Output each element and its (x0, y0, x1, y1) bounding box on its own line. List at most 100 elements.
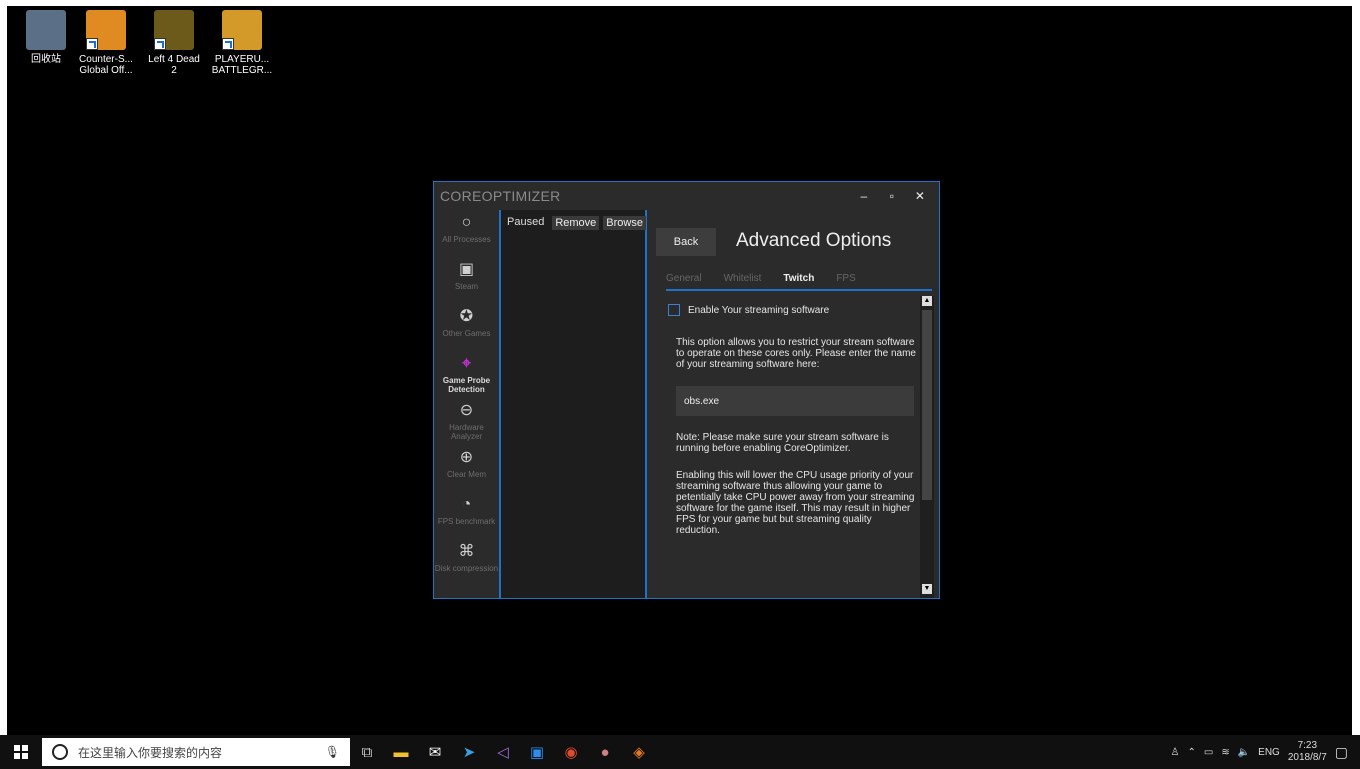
desktop-icon-label-line2: 2 (171, 65, 177, 76)
remove-button[interactable]: Remove (552, 216, 600, 230)
memory-chip-icon: ⊕ (459, 449, 474, 466)
page-title: Advanced Options (736, 230, 892, 251)
tab-general[interactable]: General (666, 273, 702, 289)
speedometer-icon: ◔ (461, 496, 472, 513)
screen-right-edge (1352, 0, 1360, 735)
desktop-icon-recycle-bin[interactable]: 回收站 (14, 10, 78, 65)
search-input[interactable]: 在这里输入你要搜索的内容 (78, 744, 222, 761)
coreoptimizer-taskbar-icon[interactable]: ◈ (622, 735, 656, 769)
note-text: Note: Please make sure your stream softw… (676, 432, 889, 454)
clock-time: 7:23 (1297, 740, 1318, 751)
browse-button[interactable]: Browse (603, 216, 646, 230)
compress-icon: ⌘ (458, 543, 475, 560)
enable-streaming-checkbox[interactable] (668, 304, 680, 316)
app-icon[interactable]: ● (588, 735, 622, 769)
desktop-icon-label: Left 4 Dead (148, 54, 200, 65)
sidebar-item-clear-mem[interactable]: ⊕ Clear Mem (434, 445, 499, 492)
network-icon[interactable]: ≋ (1221, 747, 1229, 758)
close-button[interactable]: ✕ (913, 189, 927, 203)
advanced-options-panel: Back Advanced Options General Whitelist … (650, 210, 936, 598)
clock-date: 2018/8/7 (1287, 752, 1327, 763)
sidebar-item-steam[interactable]: ▣ Steam (434, 257, 499, 304)
process-toolbar: Paused Remove Browse (501, 210, 646, 230)
mail-icon[interactable]: ✉ (418, 735, 452, 769)
steam-icon: ▣ (458, 261, 475, 278)
warning-text: Enabling this will lower the CPU usage p… (676, 470, 915, 536)
sidebar-item-fps-benchmark[interactable]: ◔ FPS benchmark (434, 492, 499, 539)
options-tabs: General Whitelist Twitch FPS (666, 273, 932, 291)
sidebar-item-label: Game Probe Detection (442, 376, 491, 394)
desktop-icon-label-line2: BATTLEGR... (211, 65, 273, 76)
left4dead2-icon (154, 10, 194, 50)
desktop-icon-label: 回收站 (31, 54, 61, 65)
people-icon[interactable]: ♙ (1171, 747, 1180, 758)
minimize-button[interactable]: ‒ (857, 189, 871, 203)
process-panel: Paused Remove Browse (501, 210, 647, 598)
file-explorer-icon[interactable]: ▬ (384, 735, 418, 769)
search-box[interactable]: 在这里输入你要搜索的内容 🎙 (42, 738, 350, 766)
sidebar-item-disk-compression[interactable]: ⌘ Disk compression (434, 539, 499, 586)
gamepad-icon: ✪ (459, 308, 474, 325)
cortana-icon (52, 744, 68, 760)
shortcut-arrow-icon (86, 38, 98, 50)
sidebar: ○ All Processes ▣ Steam ✪ Other Games ⌖ … (434, 210, 501, 598)
clock[interactable]: 7:23 2018/8/7 (1288, 740, 1327, 764)
battery-icon[interactable]: ▭ (1204, 747, 1213, 758)
language-indicator[interactable]: ENG (1258, 747, 1280, 758)
all-processes-icon: ○ (461, 214, 472, 231)
desktop-icon-pubg[interactable]: PLAYERU... BATTLEGR... (210, 10, 274, 76)
task-view-icon[interactable]: ⧉ (350, 735, 384, 769)
system-tray: ♙ ⌃ ▭ ≋ 🔈 ENG 7:23 2018/8/7 ▢ (1171, 740, 1360, 764)
start-button[interactable] (0, 735, 42, 769)
streaming-software-input[interactable]: obs.exe (676, 386, 914, 416)
chrome-icon[interactable]: ◉ (554, 735, 588, 769)
desktop-icon-label-line2: Global Off... (79, 65, 133, 76)
shortcut-arrow-icon (154, 38, 166, 50)
desktop-icon-label: PLAYERU... (214, 54, 270, 65)
desktop-icon-label: Counter-S... (79, 54, 133, 65)
store-icon[interactable]: ▣ (520, 735, 554, 769)
crosshair-icon: ⌖ (461, 355, 471, 372)
action-center-icon[interactable]: ▢ (1335, 744, 1348, 761)
enable-streaming-label: Enable Your streaming software (688, 304, 830, 316)
maximize-button[interactable]: ▫ (885, 189, 899, 203)
sidebar-item-label: All Processes (442, 235, 491, 244)
volume-icon[interactable]: 🔈 (1238, 747, 1250, 758)
scroll-thumb[interactable] (922, 310, 932, 500)
scroll-up-arrow-icon[interactable]: ▲ (922, 296, 932, 306)
sidebar-item-label: Hardware Analyzer (449, 423, 484, 441)
visual-studio-icon[interactable]: ◁ (486, 735, 520, 769)
sidebar-item-all-processes[interactable]: ○ All Processes (434, 210, 499, 257)
tab-fps[interactable]: FPS (836, 273, 855, 289)
hard-drive-icon: ⊖ (459, 402, 474, 419)
desktop-icon-csgo[interactable]: Counter-S... Global Off... (74, 10, 138, 76)
telegram-icon[interactable]: ➤ (452, 735, 486, 769)
description-text: This option allows you to restrict your … (676, 337, 916, 370)
show-hidden-icons-icon[interactable]: ⌃ (1187, 747, 1195, 758)
sidebar-item-label: Clear Mem (446, 470, 487, 479)
sidebar-item-label: Other Games (442, 329, 491, 338)
sidebar-item-other-games[interactable]: ✪ Other Games (434, 304, 499, 351)
desktop-icon-left4dead2[interactable]: Left 4 Dead 2 (142, 10, 206, 76)
pubg-icon (222, 10, 262, 50)
sidebar-item-label: FPS benchmark (437, 517, 496, 526)
window-title: COREOPTIMIZER (440, 188, 561, 204)
tab-whitelist[interactable]: Whitelist (724, 273, 762, 289)
csgo-icon (86, 10, 126, 50)
scrollbar[interactable]: ▲ ▼ (920, 296, 934, 598)
sidebar-item-label: Steam (454, 282, 479, 291)
tab-twitch[interactable]: Twitch (783, 273, 814, 289)
scroll-down-arrow-icon[interactable]: ▼ (922, 584, 932, 594)
back-button[interactable]: Back (656, 228, 716, 256)
twitch-tab-content: Enable Your streaming software This opti… (658, 294, 918, 594)
screen-left-edge (0, 0, 7, 735)
sidebar-item-hardware-analyzer[interactable]: ⊖ Hardware Analyzer (434, 398, 499, 445)
recycle-bin-icon (26, 10, 66, 50)
process-status: Paused (507, 216, 545, 228)
sidebar-item-game-probe-detection[interactable]: ⌖ Game Probe Detection (434, 351, 499, 398)
sidebar-item-label: Disk compression (434, 564, 499, 573)
microphone-icon[interactable]: 🎙 (325, 745, 340, 759)
shortcut-arrow-icon (222, 38, 234, 50)
screen-top-edge (0, 0, 1360, 6)
title-bar[interactable]: COREOPTIMIZER ‒ ▫ ✕ (434, 182, 939, 210)
